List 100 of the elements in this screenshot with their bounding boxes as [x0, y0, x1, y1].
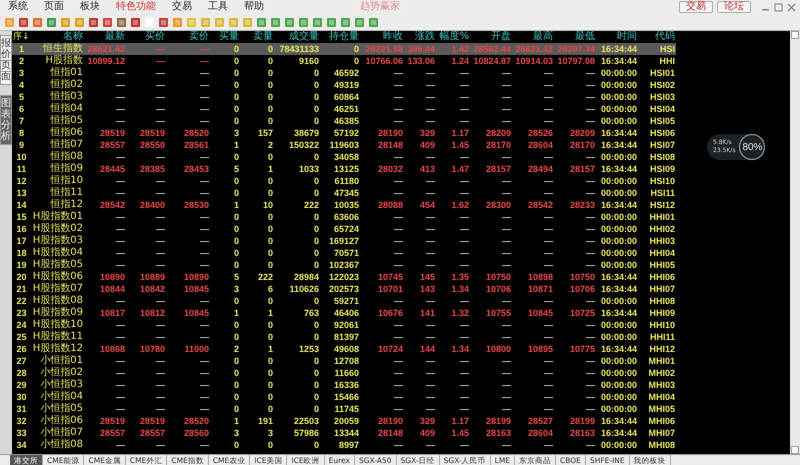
- toolbar-icon[interactable]: [74, 16, 85, 28]
- quote-row[interactable]: 18 H股指数04 — — — 0 0 0 70571 — — — — — — 00:00:00 HHI04: [12, 247, 676, 259]
- column-header[interactable]: 序↓: [12, 31, 32, 43]
- quote-row[interactable]: 7 恒指05 — — — 0 0 0 46385 — — — — — — 00:00:00 HSI05: [12, 115, 676, 127]
- quote-row[interactable]: 20 H股指数06 10890 10889 10890 5 222 28984 122023 10745 145 1.35 10750 10898 10750 16:34:44 HHI06: [12, 271, 676, 283]
- column-header[interactable]: 持仓量: [320, 31, 360, 43]
- column-header[interactable]: 买价: [126, 31, 166, 43]
- menu-item[interactable]: 特色功能: [108, 0, 164, 14]
- column-header[interactable]: 买量: [210, 31, 240, 43]
- toolbar-icon[interactable]: [284, 16, 295, 28]
- toolbar-icon[interactable]: [116, 16, 127, 28]
- toolbar-icon[interactable]: [312, 16, 323, 28]
- quote-row[interactable]: 5 恒指03 — — — 0 0 0 60864 — — — — — — 00:00:00 HSI03: [12, 91, 676, 103]
- quote-row[interactable]: 3 恒指01 — — — 0 0 0 46592 — — — — — — 00:00:00 HSI01: [12, 67, 676, 79]
- toolbar-icon[interactable]: [326, 16, 337, 28]
- table-cell-text: 恒指01: [49, 67, 84, 78]
- forum-button[interactable]: 论坛: [717, 1, 751, 13]
- toolbar-icon[interactable]: [130, 16, 141, 28]
- table-cell-text: 763: [302, 307, 320, 319]
- menu-item[interactable]: 页面: [36, 0, 72, 14]
- side-tab[interactable]: 报价页面: [0, 35, 12, 85]
- quote-row[interactable]: 11 恒指09 28445 28385 28453 5 1 1033 13125 28032 413 1.47 28157 28494 28157 16:34:44 HSI09: [12, 163, 676, 175]
- quote-row[interactable]: 2 H股指数 10899.12 — — 0 0 9160 0 10766.06 133.06 1.24 10824.87 10914.03 10797.08 16:34:44 HHI: [12, 55, 676, 67]
- trade-button[interactable]: 交易: [679, 1, 713, 13]
- maximize-icon[interactable]: [774, 2, 783, 12]
- quote-row[interactable]: 9 恒指07 28557 28550 28561 1 2 150322 119603 28148 409 1.45 28170 28604 28170 16:34:44 HSI07: [12, 139, 676, 151]
- quote-row[interactable]: 4 恒指02 — — — 0 0 0 49319 — — — — — — 00:00:00 HSI02: [12, 79, 676, 91]
- scrollbar[interactable]: [790, 31, 800, 454]
- quote-row[interactable]: 8 恒指06 28519 28519 28520 3 157 38679 57192 28190 329 1.17 28209 28526 28209 16:34:44 HSI06: [12, 127, 676, 139]
- toolbar-icon[interactable]: [18, 16, 29, 28]
- quote-row[interactable]: 13 恒指11 — — — 0 0 0 47345 — — — — — — 00:00:00 HSI11: [12, 187, 676, 199]
- quote-row[interactable]: 12 恒指10 — — — 0 0 0 61180 — — — — — — 00:00:00 HSI10: [12, 175, 676, 187]
- quote-row[interactable]: 14 恒指12 28542 28400 28530 1 10 222 10035 28088 454 1.62 28300 28542 28233 16:34:44 HSI12: [12, 199, 676, 211]
- toolbar-icon[interactable]: [172, 16, 183, 28]
- table-cell-text: 1.62: [450, 199, 470, 211]
- table-cell-text: 10890: [182, 271, 210, 283]
- quote-row[interactable]: 16 H股指数02 — — — 0 0 0 65724 — — — — — — 00:00:00 HHI02: [12, 223, 676, 235]
- column-header[interactable]: 最低: [554, 31, 596, 43]
- column-header[interactable]: 涨跌: [404, 31, 436, 43]
- table-cell-text: —: [199, 55, 210, 67]
- toolbar-icon[interactable]: [354, 16, 365, 28]
- quote-row[interactable]: 6 恒指04 — — — 0 0 0 46251 — — — — — — 00:00:00 HSI04: [12, 103, 676, 115]
- column-header[interactable]: 昨收: [360, 31, 404, 43]
- toolbar-icon[interactable]: [270, 16, 281, 28]
- toolbar-icon[interactable]: [102, 16, 113, 28]
- table-cell-text: 81397: [332, 331, 360, 343]
- quote-row[interactable]: 22 H股指数08 — — — 0 0 0 59271 — — — — — — 00:00:00 HHI08: [12, 295, 676, 307]
- table-cell-text: HHI10: [648, 319, 676, 331]
- table-cell-text: —: [459, 235, 470, 247]
- toolbar-icon[interactable]: [158, 16, 169, 28]
- menu-item[interactable]: 帮助: [236, 0, 272, 14]
- table-cell-text: 10725: [568, 307, 596, 319]
- quote-row[interactable]: 32 小恒指06 28519 28519 28520 1 191 22503 20059 28190 329 1.17 28199 28527 28199 16:34:44 MHI06: [12, 415, 676, 427]
- column-header[interactable]: 代码: [638, 31, 676, 43]
- toolbar-icon[interactable]: [46, 16, 57, 28]
- table-cell-text: —: [115, 379, 126, 391]
- quote-row[interactable]: 19 H股指数05 — — — 0 0 0 102367 — — — — — — 00:00:00 HHI05: [12, 259, 676, 271]
- column-header[interactable]: 卖量: [240, 31, 274, 43]
- side-tab[interactable]: 图表分析: [0, 95, 12, 145]
- toolbar-icon[interactable]: [340, 16, 351, 28]
- quote-row[interactable]: 26 H股指数12 10868 10780 11000 2 1 1253 49608 10724 144 1.34 10800 10895 10775 16:34:44 HHI12: [12, 343, 676, 355]
- quote-row[interactable]: 21 H股指数07 10844 10842 10845 3 6 110626 202573 10701 143 1.34 10706 10871 10706 16:34:44 HHI07: [12, 283, 676, 295]
- quote-row[interactable]: 34 小恒指08 — — — 0 0 0 8997 — — — — — — 00:00:00 MHI08: [12, 439, 676, 451]
- quote-row[interactable]: 33 小恒指07 28557 28557 28560 3 3 57986 13344 28148 409 1.45 28163 28604 28163 16:34:44 MHI07: [12, 427, 676, 439]
- menu-item[interactable]: 系统: [0, 0, 36, 14]
- quote-row[interactable]: 25 H股指数11 — — — 0 0 0 81397 — — — — — — 00:00:00 HHI11: [12, 331, 676, 343]
- quote-row[interactable]: 27 小恒指01 — — — 0 0 0 12708 — — — — — — 00:00:00 MHI01: [12, 355, 676, 367]
- menu-item[interactable]: 交易: [164, 0, 200, 14]
- quote-row[interactable]: 28 小恒指02 — — — 0 0 0 11660 — — — — — — 00:00:00 MHI02: [12, 367, 676, 379]
- column-header[interactable]: 时间: [596, 31, 638, 43]
- column-header[interactable]: 卖价: [166, 31, 210, 43]
- menu-item[interactable]: 板块: [72, 0, 108, 14]
- quote-row[interactable]: 29 小恒指03 — — — 0 0 0 16336 — — — — — — 00:00:00 MHI03: [12, 379, 676, 391]
- quote-row[interactable]: 17 H股指数03 — — — 0 0 0 169127 — — — — — — 00:00:00 HHI03: [12, 235, 676, 247]
- quote-row[interactable]: 24 H股指数10 — — — 0 0 0 92061 — — — — — — 00:00:00 HHI10: [12, 319, 676, 331]
- toolbar-icon[interactable]: [368, 16, 379, 28]
- quote-row[interactable]: 15 H股指数01 — — — 0 0 0 63606 — — — — — — 00:00:00 HHI01: [12, 211, 676, 223]
- column-header[interactable]: 开盘: [470, 31, 512, 43]
- table-cell-text: —: [459, 187, 470, 199]
- table-cell-text: 141: [418, 307, 436, 319]
- selected-row[interactable]: 1 恒生指数 28621.42 — — 0 0 78431133 0 28221.98 399.44 1.42 28562.44 28621.42 28207.34 16:34:44 HSI: [12, 43, 676, 55]
- quote-row[interactable]: 23 H股指数09 10817 10812 10845 1 1 763 46406 10676 141 1.32 10755 10845 10725 16:34:44 HHI09: [12, 307, 676, 319]
- toolbar-icon[interactable]: [298, 16, 309, 28]
- table-cell-text: HHI12: [648, 343, 676, 355]
- table-cell-text: 1.42: [450, 43, 470, 55]
- toolbar-icon[interactable]: [256, 16, 267, 28]
- menu-item[interactable]: 工具: [200, 0, 236, 14]
- quote-row[interactable]: 31 小恒指05 — — — 0 0 0 11745 — — — — — — 00:00:00 MHI05: [12, 403, 676, 415]
- toolbar-icon[interactable]: [32, 16, 43, 28]
- table-cell-text: 28560: [182, 427, 210, 439]
- close-icon[interactable]: [787, 2, 796, 12]
- column-header[interactable]: 名称: [32, 31, 84, 43]
- table-cell-text: —: [459, 91, 470, 103]
- table-cell-text: 409: [418, 427, 436, 439]
- quote-row[interactable]: 10 恒指08 — — — 0 0 0 34058 — — — — — — 00:00:00 HSI08: [12, 151, 676, 163]
- toolbar-icon[interactable]: [60, 16, 71, 28]
- toolbar-icon[interactable]: [88, 16, 99, 28]
- table-cell-text: HHI02: [648, 223, 676, 235]
- table-cell-text: 222: [256, 271, 274, 283]
- quote-row[interactable]: 30 小恒指04 — — — 0 0 0 15466 — — — — — — 00:00:00 MHI04: [12, 391, 676, 403]
